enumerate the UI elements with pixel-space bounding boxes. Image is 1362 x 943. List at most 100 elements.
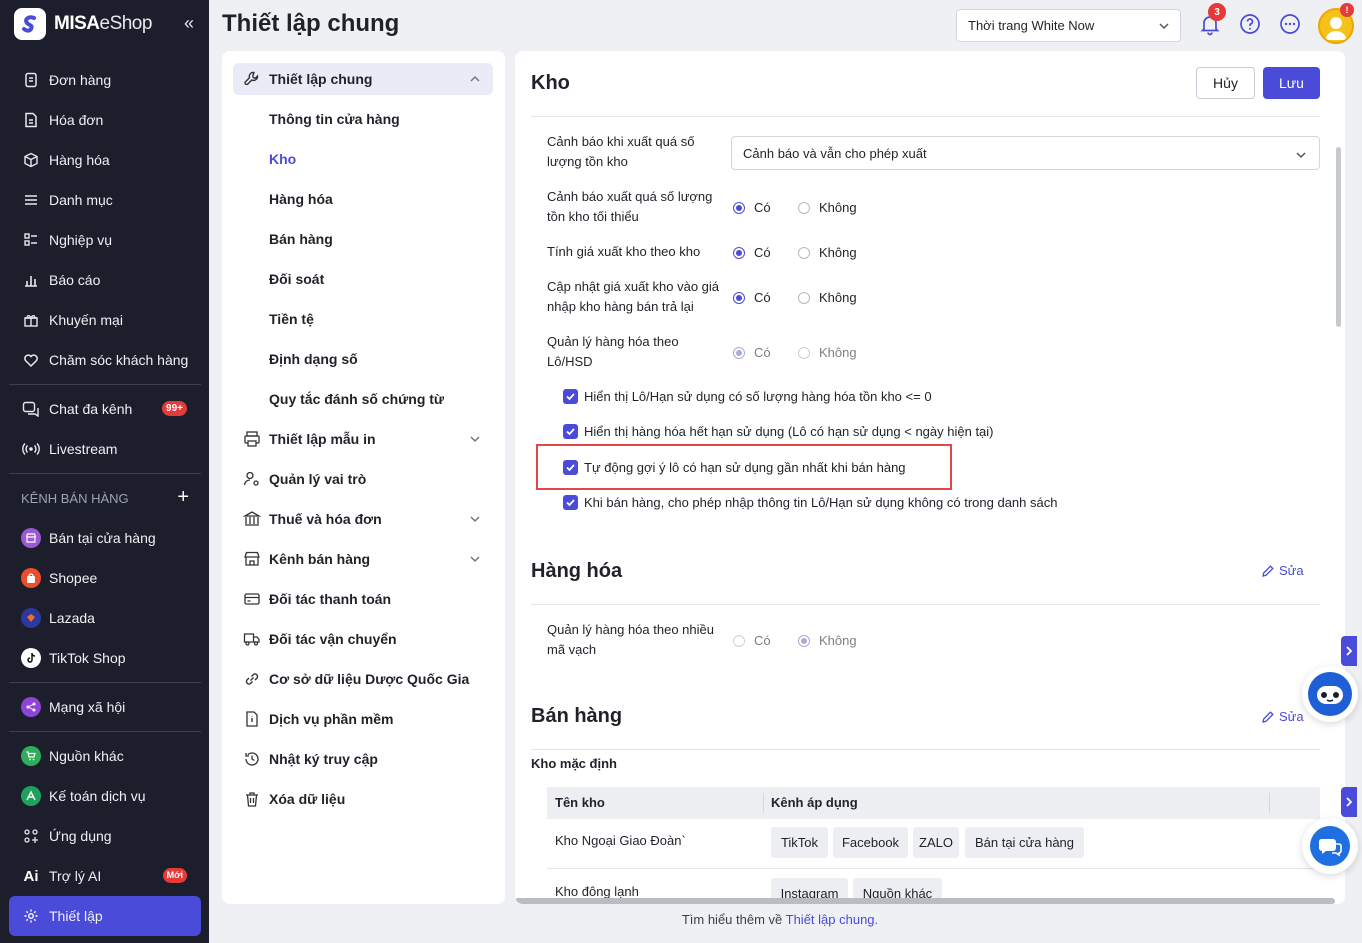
horizontal-scrollbar[interactable] (515, 898, 1335, 904)
sidebar-item-invoices[interactable]: Hóa đơn (9, 100, 201, 140)
vertical-scrollbar[interactable] (1336, 147, 1341, 327)
cancel-button[interactable]: Hủy (1196, 67, 1255, 99)
sidebar-item-label: Chat đa kênh (49, 401, 133, 417)
edit-products-link[interactable]: Sửa (1261, 563, 1304, 578)
more-icon[interactable] (1278, 12, 1302, 36)
sidebar-item-settings[interactable]: Thiết lập (9, 896, 201, 936)
radio-price-by-warehouse-no[interactable]: Không (798, 245, 857, 260)
sidebar-item-operations[interactable]: Nghiệp vụ (9, 220, 201, 260)
menu-products[interactable]: Hàng hóa (233, 183, 493, 215)
chat-icon (21, 399, 41, 419)
checkbox-show-zero-stock-batches[interactable]: Hiển thị Lô/Hạn sử dụng có số lượng hàng… (563, 389, 932, 404)
logo[interactable]: MISAeShop (14, 8, 152, 40)
menu-document-numbering[interactable]: Quy tắc đánh số chứng từ (233, 383, 493, 415)
collapse-sidebar-button[interactable]: « (184, 13, 194, 34)
menu-sales-channels[interactable]: Kênh bán hàng (233, 543, 493, 575)
checkbox-auto-suggest-nearest-expiry[interactable]: Tự động gợi ý lô có hạn sử dụng gần nhất… (563, 460, 906, 475)
sidebar-item-other-sources[interactable]: Nguồn khác (9, 736, 201, 776)
sidebar-item-label: Kế toán dịch vụ (49, 788, 146, 804)
radio-dot (798, 201, 810, 214)
sidebar-divider (9, 731, 201, 732)
store-channel-icon (21, 528, 41, 548)
menu-reconciliation[interactable]: Đối soát (233, 263, 493, 295)
chat-support-button[interactable] (1302, 818, 1358, 874)
sidebar-item-label: Đơn hàng (49, 72, 112, 88)
radio-label: Không (819, 200, 857, 215)
sidebar-item-in-store[interactable]: Bán tại cửa hàng (9, 518, 201, 558)
radio-price-by-warehouse-yes[interactable]: Có (733, 245, 771, 260)
checkbox-allow-unlisted-batch[interactable]: Khi bán hàng, cho phép nhập thông tin Lô… (563, 495, 1057, 510)
page-title: Thiết lập chung (222, 10, 400, 37)
sidebar-item-social[interactable]: Mạng xã hội (9, 687, 201, 727)
card-icon (241, 590, 263, 608)
sidebar-item-reports[interactable]: Báo cáo (9, 260, 201, 300)
menu-print-templates[interactable]: Thiết lập mẫu in (233, 423, 493, 455)
menu-national-drug-db[interactable]: Cơ sở dữ liệu Dược Quốc Gia (233, 663, 493, 695)
sidebar-item-categories[interactable]: Danh mục (9, 180, 201, 220)
sidebar-item-accounting[interactable]: Kế toán dịch vụ (9, 776, 201, 816)
new-badge: Mới (162, 868, 187, 883)
apps-grid-icon (21, 826, 41, 846)
menu-payment-partners[interactable]: Đối tác thanh toán (233, 583, 493, 615)
setting-label: Cảnh báo xuất quá số lượng tồn kho tối t… (547, 189, 713, 224)
sidebar-item-lazada[interactable]: Lazada (9, 598, 201, 638)
radio-label: Không (819, 245, 857, 260)
checkbox-show-expired-products[interactable]: Hiển thị hàng hóa hết hạn sử dụng (Lô có… (563, 424, 994, 439)
edit-sales-link[interactable]: Sửa (1261, 709, 1304, 724)
sidebar-item-apps[interactable]: Ứng dụng (9, 816, 201, 856)
help-icon[interactable] (1238, 12, 1262, 36)
menu-store-info[interactable]: Thông tin cửa hàng (233, 103, 493, 135)
sidebar-item-products[interactable]: Hàng hóa (9, 140, 201, 180)
list-icon (21, 190, 41, 210)
radio-update-return-price-yes[interactable]: Có (733, 290, 771, 305)
livestream-icon (21, 439, 41, 459)
menu-label: Kênh bán hàng (269, 551, 371, 567)
menu-shipping-partners[interactable]: Đối tác vận chuyển (233, 623, 493, 655)
add-channel-button[interactable]: + (177, 486, 189, 509)
radio-dot (733, 346, 745, 359)
sidebar-item-tiktok-shop[interactable]: TikTok Shop (9, 638, 201, 678)
setting-label: Quản lý hàng hóa theo nhiều mã vạch (547, 622, 714, 657)
menu-number-format[interactable]: Định dạng số (233, 343, 493, 375)
store-selector[interactable]: Thời trang White Now (956, 9, 1181, 42)
expand-side-panel-button[interactable] (1341, 787, 1357, 817)
main-nav: Đơn hàng Hóa đơn Hàng hóa Danh mục Nghiệ… (9, 60, 201, 936)
sidebar-item-orders[interactable]: Đơn hàng (9, 60, 201, 100)
menu-tax-invoice[interactable]: Thuế và hóa đơn (233, 503, 493, 535)
sidebar-item-ai-assistant[interactable]: Ai Trợ lý AI Mới (9, 856, 201, 896)
sidebar-item-shopee[interactable]: Shopee (9, 558, 201, 598)
radio-batch-expiry-yes: Có (733, 345, 771, 360)
save-button[interactable]: Lưu (1263, 67, 1320, 99)
channel-tag: ZALO (913, 827, 959, 858)
file-icon (241, 710, 263, 728)
radio-min-stock-no[interactable]: Không (798, 200, 857, 215)
sidebar-item-chat[interactable]: Chat đa kênh 99+ (9, 389, 201, 429)
radio-label: Không (819, 345, 857, 360)
radio-min-stock-yes[interactable]: Có (733, 200, 771, 215)
menu-role-management[interactable]: Quản lý vai trò (233, 463, 493, 495)
table-cell-warehouse-name: Kho Ngoại Giao Đoàn` (555, 833, 686, 848)
menu-access-log[interactable]: Nhật ký truy cập (233, 743, 493, 775)
sidebar-item-livestream[interactable]: Livestream (9, 429, 201, 469)
menu-currency[interactable]: Tiền tệ (233, 303, 493, 335)
sidebar-item-label: Mạng xã hội (49, 699, 126, 715)
channel-tag: Facebook (833, 827, 908, 858)
radio-update-return-price-no[interactable]: Không (798, 290, 857, 305)
menu-software-services[interactable]: Dịch vụ phần mềm (233, 703, 493, 735)
menu-general-settings[interactable]: Thiết lập chung (233, 63, 493, 95)
menu-delete-data[interactable]: Xóa dữ liệu (233, 783, 493, 815)
expand-side-panel-button[interactable] (1341, 636, 1357, 666)
checkmark-icon (563, 424, 578, 439)
sidebar-item-customer-care[interactable]: Chăm sóc khách hàng (9, 340, 201, 380)
menu-sales[interactable]: Bán hàng (233, 223, 493, 255)
warn-export-select[interactable]: Cảnh báo và vẫn cho phép xuất (731, 136, 1320, 170)
menu-label: Thiết lập chung (269, 71, 373, 87)
sidebar-item-promotions[interactable]: Khuyến mại (9, 300, 201, 340)
history-icon (241, 750, 263, 768)
chevron-down-icon (1158, 20, 1170, 32)
heart-icon (21, 350, 41, 370)
warehouse-table-header: Tên kho Kênh áp dụng (547, 787, 1320, 819)
menu-warehouse[interactable]: Kho (233, 143, 493, 175)
assistant-bot-button[interactable] (1302, 666, 1358, 722)
learn-more-link[interactable]: Thiết lập chung. (786, 912, 879, 927)
